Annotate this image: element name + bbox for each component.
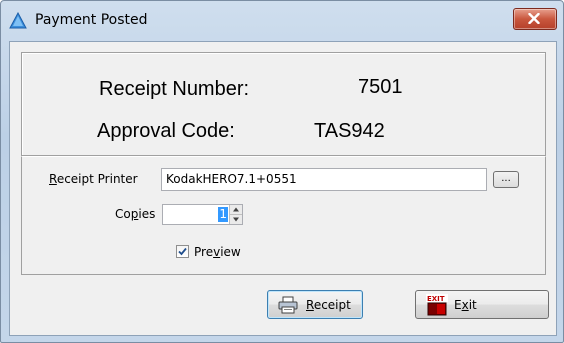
svg-text:EXIT: EXIT <box>427 295 445 303</box>
exit-button-label: Exit <box>454 298 477 312</box>
spin-up-icon[interactable] <box>230 205 242 215</box>
receipt-printer-field[interactable]: KodakHERO7.1+0551 <box>161 168 487 191</box>
printer-icon <box>278 296 298 314</box>
receipt-button[interactable]: Receipt <box>267 290 363 319</box>
approval-code-value: TAS942 <box>314 120 385 142</box>
copies-value[interactable]: 1 <box>218 207 228 222</box>
copies-stepper[interactable]: 1 <box>162 204 243 225</box>
dialog-client-area: Receipt Number: 7501 Approval Code: TAS9… <box>9 41 557 336</box>
exit-sign-icon: EXIT <box>426 294 448 316</box>
preview-label[interactable]: Preview <box>194 245 241 259</box>
triangle-app-icon <box>9 12 27 29</box>
window-title: Payment Posted <box>35 12 148 28</box>
spin-down-icon[interactable] <box>230 215 242 224</box>
copies-label: Copies <box>115 207 156 221</box>
exit-button[interactable]: EXIT Exit <box>415 290 549 319</box>
title-bar[interactable]: Payment Posted <box>1 1 563 41</box>
browse-printer-button[interactable]: ... <box>493 171 519 188</box>
close-x-icon <box>528 13 540 24</box>
copies-spin-arrows <box>229 205 242 224</box>
receipt-printer-label: Receipt Printer <box>49 172 138 186</box>
preview-checkbox[interactable] <box>176 245 189 258</box>
receipt-number-value: 7501 <box>358 76 403 98</box>
receipt-number-label: Receipt Number: <box>99 78 250 100</box>
checkmark-icon <box>178 247 187 256</box>
payment-posted-window: Payment Posted Receipt Number: 7501 Appr… <box>0 0 564 343</box>
approval-code-label: Approval Code: <box>97 120 235 142</box>
close-button[interactable] <box>513 8 557 30</box>
receipt-button-label: Receipt <box>306 298 351 312</box>
